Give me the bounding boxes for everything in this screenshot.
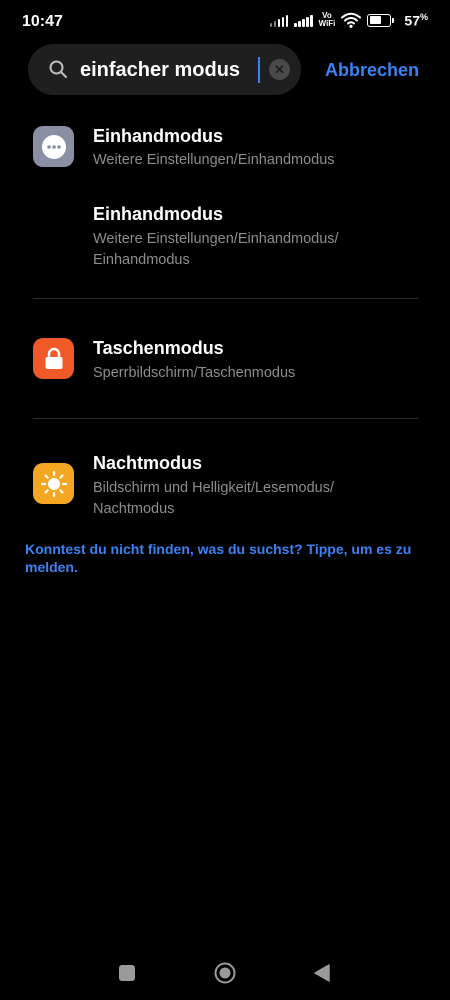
result-path: Weitere Einstellungen/Einhandmodus [93, 152, 335, 168]
status-icons: Vo WiFi 57% [269, 11, 428, 29]
search-icon [49, 60, 67, 78]
recents-square-icon[interactable] [119, 965, 135, 981]
clear-icon[interactable]: ✕ [269, 59, 290, 80]
result-title: Einhandmodus [93, 204, 223, 224]
status-bar: 10:47 Vo WiFi 57% [0, 0, 450, 44]
search-bar[interactable]: ✕ [28, 44, 301, 95]
battery-icon [367, 13, 395, 27]
search-result[interactable]: Taschenmodus Sperrbildschirm/Taschenmodu… [0, 330, 450, 400]
divider [33, 418, 418, 419]
result-path: Bildschirm und Helligkeit/Lesemodus/ Nac… [93, 480, 334, 517]
back-triangle-icon[interactable] [313, 963, 331, 983]
report-missing-link[interactable]: Konntest du nicht finden, was du suchst?… [25, 540, 425, 576]
sun-icon [33, 463, 74, 504]
search-result[interactable]: Einhandmodus Weitere Einstellungen/Einha… [0, 196, 450, 276]
more-dots-icon [33, 126, 74, 167]
battery-percent: 57% [404, 12, 428, 29]
signal-1-icon [269, 13, 289, 28]
result-title: Nachtmodus [93, 453, 203, 473]
result-title: Taschenmodus [93, 338, 224, 358]
search-result[interactable]: Einhandmodus Weitere Einstellungen/Einha… [0, 118, 450, 188]
volte-icon: Vo WiFi [318, 11, 336, 29]
status-time: 10:47 [22, 13, 63, 30]
result-path: Weitere Einstellungen/Einhandmodus/ Einh… [93, 231, 339, 268]
text-caret [258, 57, 260, 83]
home-circle-icon[interactable] [214, 962, 236, 984]
lock-icon [33, 338, 74, 379]
result-title: Einhandmodus [93, 126, 223, 146]
cancel-button[interactable]: Abbrechen [325, 60, 419, 81]
search-result[interactable]: Nachtmodus Bildschirm und Helligkeit/Les… [0, 445, 450, 525]
result-path: Sperrbildschirm/Taschenmodus [93, 365, 296, 381]
battery-fill [369, 16, 381, 25]
search-input[interactable] [80, 57, 260, 83]
divider [33, 298, 418, 299]
signal-2-icon [294, 13, 313, 28]
wifi-icon [341, 13, 362, 29]
